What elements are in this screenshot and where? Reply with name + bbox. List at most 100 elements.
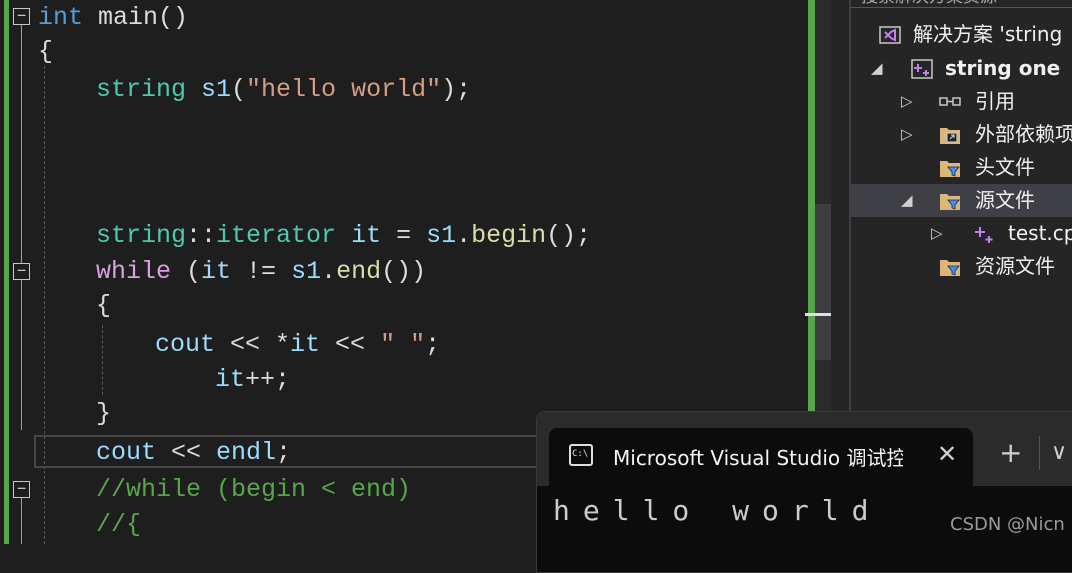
variable-token: endl	[216, 438, 277, 467]
variable-token: it	[215, 365, 246, 394]
string-token: "hello world"	[246, 75, 442, 104]
variable-token: cout	[96, 438, 157, 467]
punct: (	[231, 75, 247, 104]
collapsed-triangle-icon[interactable]: ▷	[931, 217, 943, 250]
punct: .	[321, 257, 337, 286]
collapse-while-icon[interactable]: −	[13, 263, 30, 280]
collapse-main-icon[interactable]: −	[13, 8, 30, 25]
terminal-tab-title: Microsoft Visual Studio 调试控制台	[613, 446, 903, 470]
brace: {	[96, 291, 112, 320]
string-token: " "	[380, 330, 426, 359]
tree-item-label: 解决方案 'string	[913, 22, 1063, 46]
punct: <<	[156, 438, 217, 467]
expanded-triangle-icon[interactable]: ◢	[901, 184, 913, 217]
punct: =	[381, 221, 427, 250]
tree-item-label: 资源文件	[975, 254, 1055, 278]
punct: .	[456, 221, 472, 250]
type-token: iterator	[216, 221, 337, 250]
filter-folder-icon	[940, 260, 960, 276]
code-line[interactable]: string s1("hello world");	[96, 72, 471, 108]
chevron-down-icon[interactable]: ∨	[1051, 440, 1067, 465]
punct: ())	[381, 257, 427, 286]
explorer-search-input[interactable]: 搜索解决方案资源	[851, 0, 1072, 8]
collapsed-triangle-icon[interactable]: ▷	[901, 85, 913, 118]
variable-token: it	[290, 330, 321, 359]
code-line[interactable]: int main()	[38, 0, 188, 36]
external-deps-icon	[940, 128, 960, 144]
type-token: string	[96, 75, 187, 104]
code-line[interactable]: cout << endl;	[96, 435, 291, 471]
control-keyword-token: while	[96, 257, 172, 286]
solution-icon	[879, 26, 901, 44]
tree-item-test-cpp[interactable]: ▷ test.cpp	[851, 217, 1072, 250]
cpp-file-icon	[975, 227, 993, 243]
comment-token: //{	[96, 510, 142, 539]
function-token: begin	[471, 221, 547, 250]
cpp-project-icon	[911, 59, 933, 79]
watermark: CSDN @Nicn	[950, 514, 1065, 535]
scrollbar-thumb[interactable]	[815, 204, 831, 360]
indent-guide	[44, 66, 45, 544]
tree-item-external-deps[interactable]: ▷ 外部依赖项	[851, 118, 1072, 151]
references-icon	[939, 97, 961, 106]
code-line[interactable]: while (it != s1.end())	[96, 254, 426, 290]
debug-console-window[interactable]: C:\ Microsoft Visual Studio 调试控制台 ✕ + ∨ …	[536, 411, 1072, 573]
code-line[interactable]: //{	[96, 507, 141, 543]
tree-item-label: 外部依赖项	[975, 122, 1072, 146]
tree-item-references[interactable]: ▷ 引用	[851, 85, 1072, 118]
comment-token: //while (begin < end)	[96, 475, 412, 504]
close-icon[interactable]: ✕	[937, 440, 957, 468]
punct: ();	[546, 221, 592, 250]
tree-item-label: 源文件	[975, 188, 1035, 212]
code-line[interactable]: {	[38, 34, 53, 70]
variable-token: s1	[426, 221, 457, 250]
code-line[interactable]: string::iterator it = s1.begin();	[96, 218, 591, 254]
tree-item-project[interactable]: ◢ string one	[851, 52, 1072, 85]
code-line[interactable]: }	[96, 396, 111, 432]
change-indicator-bar	[4, 0, 9, 544]
tree-item-label: 头文件	[975, 155, 1035, 179]
collapsed-triangle-icon[interactable]: ▷	[901, 118, 913, 151]
type-token: string	[96, 221, 187, 250]
indent-guide	[102, 325, 103, 395]
function-token: end	[336, 257, 382, 286]
punct: << *	[215, 330, 291, 359]
filter-folder-icon	[940, 161, 960, 177]
titlebar-separator	[1039, 436, 1040, 470]
tree-item-header-files[interactable]: 头文件	[851, 151, 1072, 184]
terminal-tab[interactable]: C:\ Microsoft Visual Studio 调试控制台 ✕	[549, 428, 973, 486]
variable-token: s1	[291, 257, 322, 286]
fold-region-line	[21, 498, 22, 544]
code-line[interactable]: cout << *it << " ";	[155, 327, 440, 363]
collapse-comment-icon[interactable]: −	[13, 481, 30, 498]
code-text: main()	[83, 3, 189, 32]
tree-item-solution[interactable]: 解决方案 'string	[851, 18, 1072, 51]
variable-token: it	[201, 257, 232, 286]
code-line[interactable]: {	[96, 288, 111, 324]
console-icon-text: C:\	[572, 449, 589, 459]
variable-token: cout	[155, 330, 216, 359]
expanded-triangle-icon[interactable]: ◢	[871, 52, 883, 85]
variable-token: it	[336, 221, 382, 250]
variable-token: s1	[186, 75, 232, 104]
tree-item-resource-files[interactable]: 资源文件	[851, 250, 1072, 283]
tree-item-label: test.cpp	[1008, 221, 1072, 245]
punct: !=	[231, 257, 292, 286]
console-output: hello world	[553, 494, 882, 527]
console-icon: C:\	[569, 444, 593, 466]
filter-folder-icon	[940, 194, 960, 210]
punct: ::	[186, 221, 217, 250]
punct: ;	[425, 330, 441, 359]
punct: );	[441, 75, 472, 104]
brace: }	[96, 399, 112, 428]
tree-item-source-files[interactable]: ◢ 源文件	[851, 184, 1072, 217]
keyword-token: int	[38, 3, 84, 32]
code-line[interactable]: //while (begin < end)	[96, 472, 411, 508]
brace: {	[38, 37, 54, 66]
fold-region-line	[21, 25, 22, 263]
punct: ;	[276, 438, 292, 467]
new-tab-button[interactable]: +	[999, 438, 1022, 468]
tree-item-label: 引用	[975, 89, 1015, 113]
tree-item-label: string one	[945, 56, 1061, 80]
code-line[interactable]: it++;	[215, 362, 290, 398]
